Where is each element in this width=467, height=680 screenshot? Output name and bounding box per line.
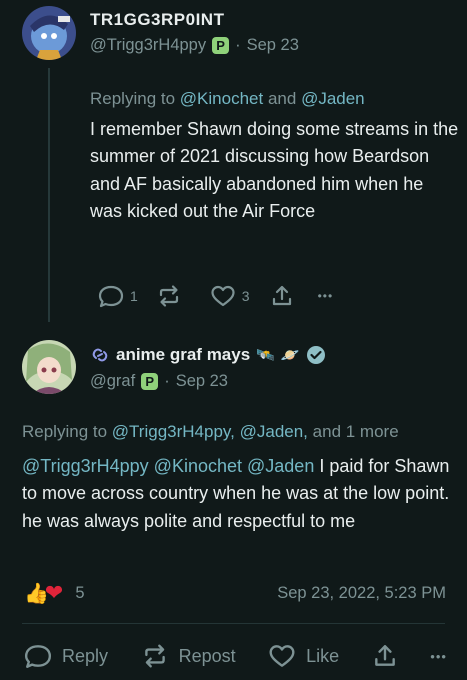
reaction-count: 5	[75, 583, 85, 602]
like-button[interactable]: Like	[268, 643, 339, 669]
post-meta: @graf P · Sep 23	[90, 372, 228, 391]
like-count: 3	[241, 288, 250, 304]
reply-mention-2[interactable]: @Jaden,	[240, 422, 308, 441]
heart-icon	[210, 284, 236, 308]
satellite-emoji: 🛰️	[256, 347, 275, 364]
reply-icon	[24, 643, 52, 669]
replying-prefix: Replying to	[22, 422, 108, 441]
more-options-button[interactable]: •••	[318, 289, 334, 303]
replying-and: and	[267, 89, 297, 108]
display-name-row: anime graf mays 🛰️ 🪐	[90, 345, 326, 365]
mention[interactable]: @Trigg3rH4ppy	[22, 456, 149, 476]
thread-line	[48, 68, 50, 322]
display-name[interactable]: TR1GG3RP0INT	[90, 10, 224, 30]
repost-button[interactable]: Repost	[141, 643, 236, 669]
more-options-button[interactable]: •••	[430, 649, 447, 664]
mention[interactable]: @Jaden	[247, 456, 314, 476]
timestamp: Sep 23, 2022, 5:23 PM	[277, 584, 446, 602]
repost-icon	[156, 284, 182, 308]
post-meta: @Trigg3rH4ppy P · Sep 23	[90, 36, 299, 55]
verified-icon	[306, 345, 326, 365]
reply-count: 1	[130, 288, 138, 304]
reactions[interactable]: 👍 ❤ 5	[24, 580, 85, 606]
divider	[22, 623, 445, 624]
heart-icon	[268, 643, 296, 669]
reply-button[interactable]: 1	[98, 284, 138, 308]
post-actions: Reply Repost Like •••	[24, 643, 447, 669]
replying-to: Replying to @Trigg3rH4ppy, @Jaden, and 1…	[22, 422, 399, 442]
share-icon	[372, 643, 398, 669]
like-button[interactable]: 3	[210, 284, 250, 308]
display-name[interactable]: anime graf mays	[116, 345, 250, 365]
share-button[interactable]	[372, 643, 398, 669]
planet-emoji: 🪐	[280, 347, 300, 364]
repost-label: Repost	[178, 645, 236, 666]
post-actions: 1 3 •••	[98, 284, 333, 308]
p-badge-icon: P	[212, 37, 230, 54]
repost-button[interactable]	[156, 284, 182, 308]
avatar[interactable]	[22, 6, 76, 60]
handle[interactable]: @graf	[90, 372, 135, 391]
reply-label: Reply	[62, 645, 109, 666]
handle[interactable]: @Trigg3rH4ppy	[90, 36, 206, 55]
more-icon: •••	[430, 648, 447, 664]
reply-mention-2[interactable]: @Jaden	[301, 89, 365, 108]
repost-icon	[141, 643, 169, 669]
more-icon: •••	[317, 289, 334, 303]
post-body: I remember Shawn doing some streams in t…	[90, 119, 459, 221]
like-label: Like	[306, 645, 340, 666]
post-date[interactable]: Sep 23	[176, 372, 228, 391]
replying-prefix: Replying to	[90, 89, 176, 108]
mention[interactable]: @Kinochet	[154, 456, 242, 476]
replying-to: Replying to @Kinochet and @Jaden	[90, 89, 365, 109]
reply-button[interactable]: Reply	[24, 643, 108, 669]
avatar[interactable]	[22, 340, 76, 394]
reaction-icons: 👍 ❤	[24, 580, 63, 606]
share-button[interactable]	[270, 284, 294, 308]
replying-more[interactable]: and 1 more	[313, 422, 399, 441]
meta-separator: ·	[164, 372, 170, 390]
reply-icon	[98, 284, 124, 308]
post-body: @Trigg3rH4ppy @Kinochet @Jaden I paid fo…	[22, 453, 454, 535]
p-badge-icon: P	[141, 373, 159, 390]
link-icon	[90, 346, 110, 364]
post-date[interactable]: Sep 23	[247, 36, 299, 55]
meta-separator: ·	[235, 36, 241, 54]
heart-emoji: ❤	[44, 580, 64, 605]
reply-mention-1[interactable]: @Kinochet	[180, 89, 263, 108]
reply-mention-1[interactable]: @Trigg3rH4ppy,	[112, 422, 235, 441]
share-icon	[270, 284, 294, 308]
